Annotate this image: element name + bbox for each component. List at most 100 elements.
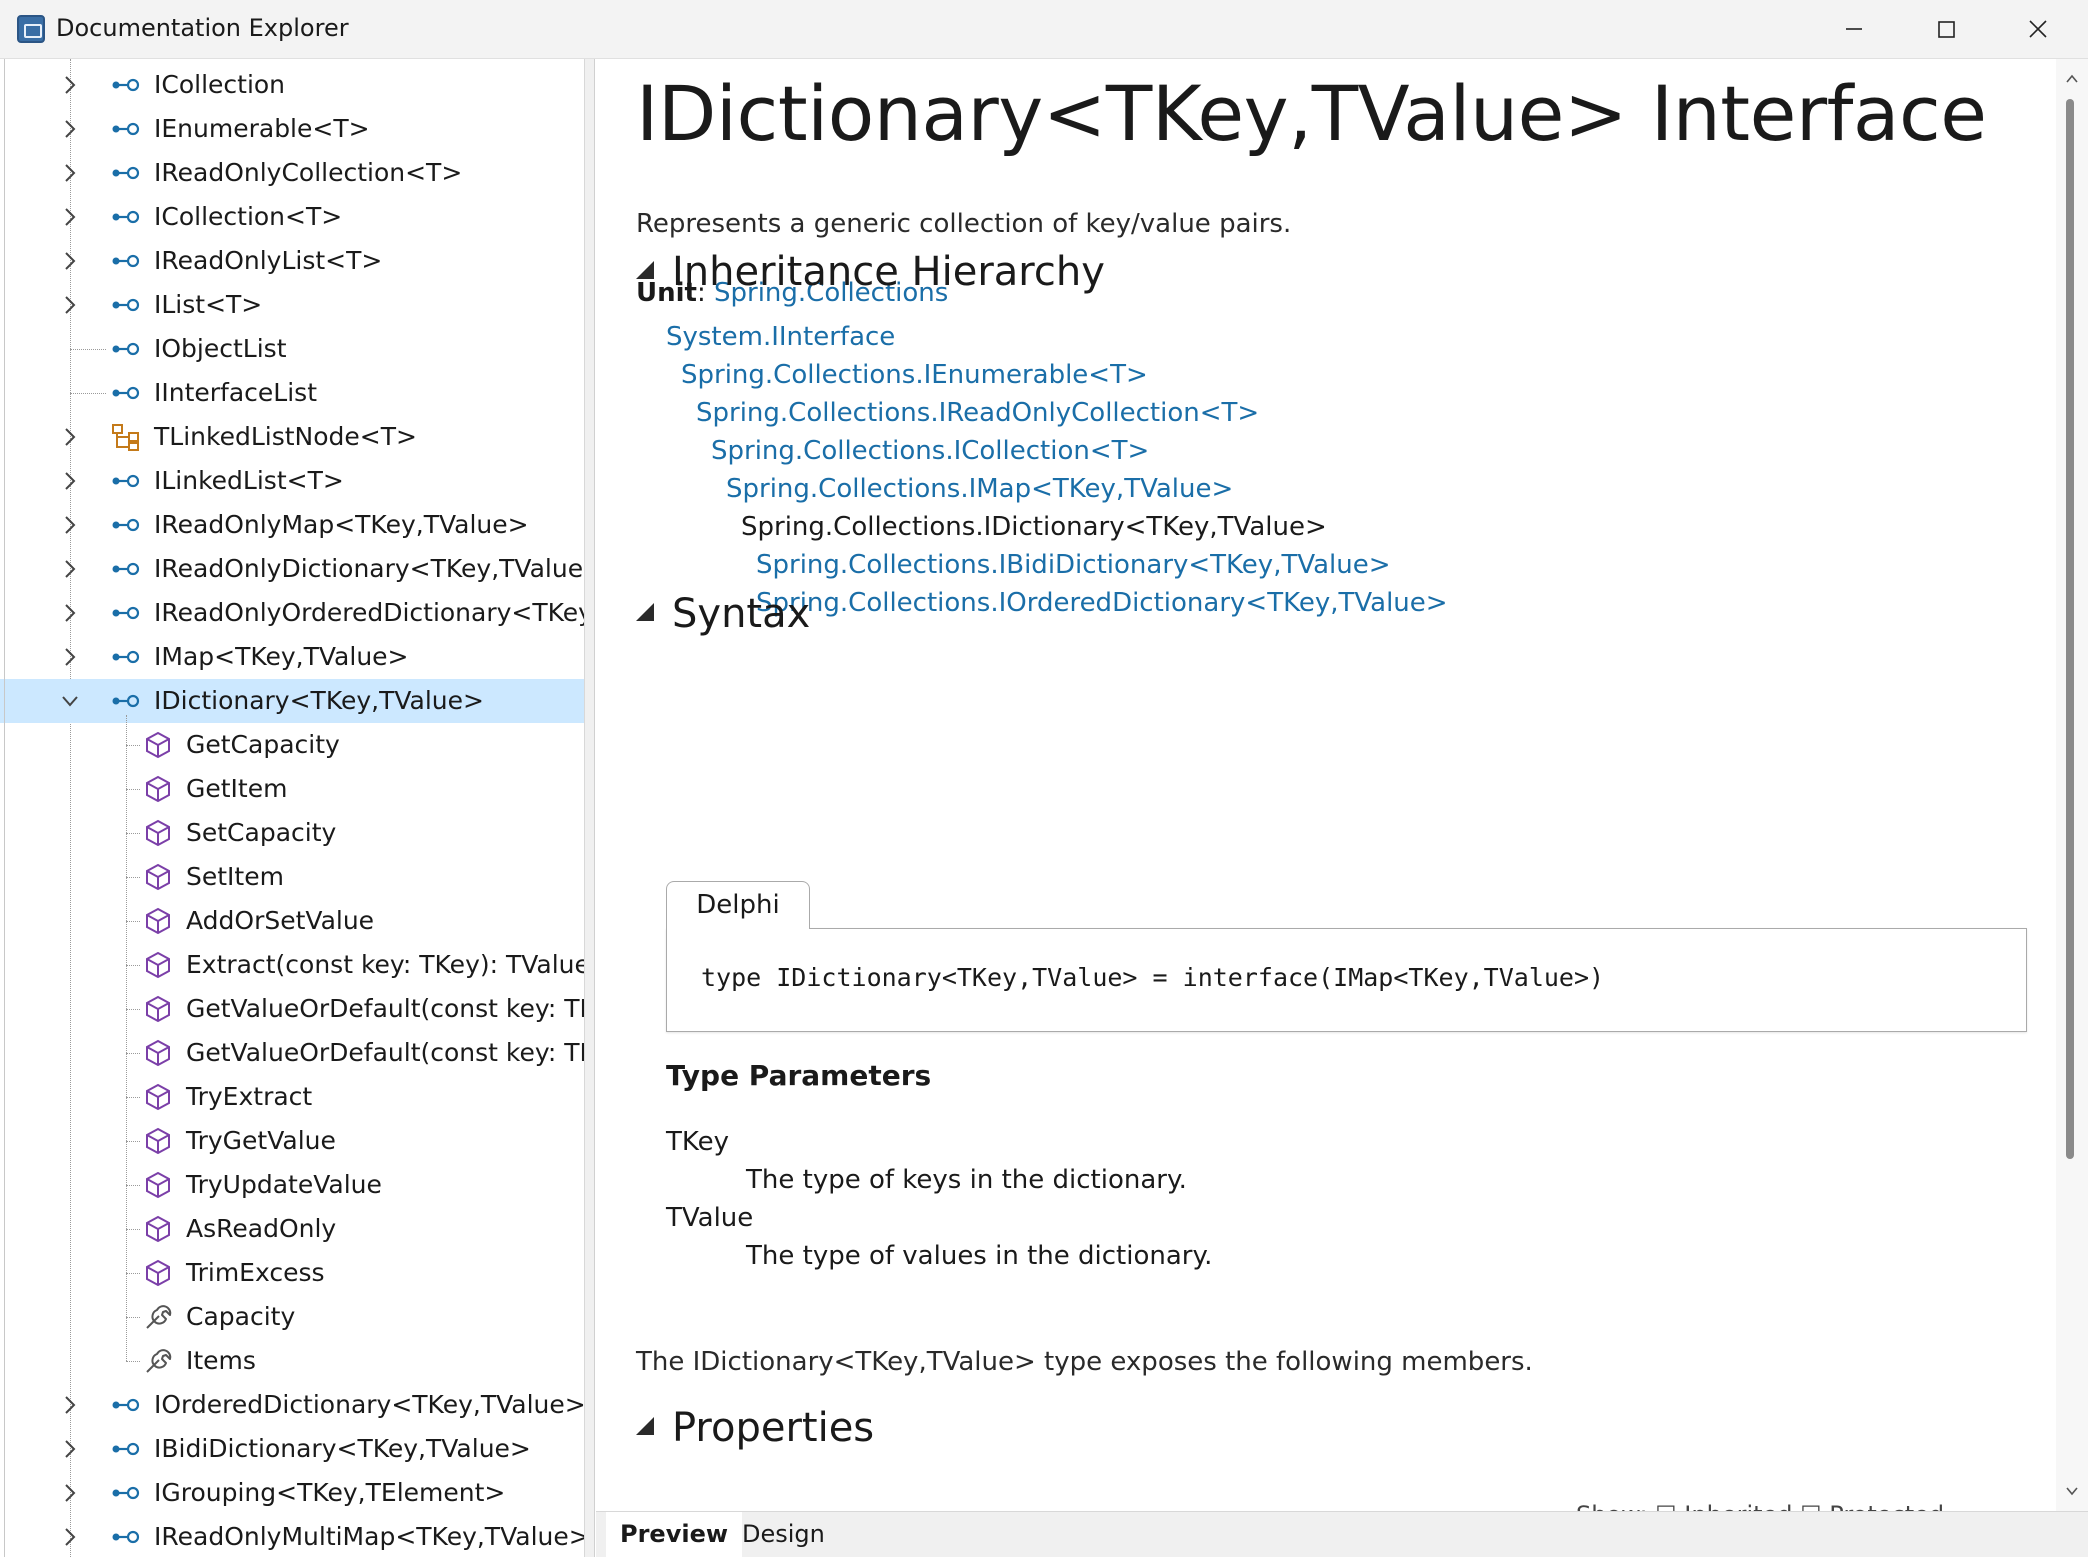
tree-member-item[interactable]: TryExtract <box>0 1075 584 1119</box>
tree-item[interactable]: IReadOnlyMultiMap<TKey,TValue> <box>0 1515 584 1557</box>
tree-member-item[interactable]: GetValueOrDefault(const key: TKey <box>0 1031 584 1075</box>
tree-view[interactable]: ICollection IEnumerable<T> IReadOnlyCollec… <box>0 59 585 1557</box>
chevron-right-icon[interactable] <box>58 1393 82 1417</box>
method-icon <box>146 1083 170 1111</box>
interface-icon <box>112 386 140 400</box>
tree-item[interactable]: IDictionary<TKey,TValue> <box>0 679 584 723</box>
section-properties-title: Properties <box>672 1405 875 1451</box>
tree-member-item[interactable]: GetItem <box>0 767 584 811</box>
hierarchy-link[interactable]: Spring.Collections.ICollection<T> <box>711 436 1149 466</box>
show-filter-strip[interactable]: Show: ☐ Inherited ☐ Protected <box>1576 1501 1944 1511</box>
scroll-up-icon[interactable] <box>2064 71 2080 87</box>
chevron-right-icon[interactable] <box>58 293 82 317</box>
tree-item[interactable]: IReadOnlyList<T> <box>0 239 584 283</box>
chevron-right-icon[interactable] <box>58 557 82 581</box>
tree-member-item[interactable]: GetCapacity <box>0 723 584 767</box>
tree-item[interactable]: IObjectList <box>0 327 584 371</box>
tree-item-label: IInterfaceList <box>154 378 318 407</box>
hierarchy-link[interactable]: Spring.Collections.IMap<TKey,TValue> <box>726 474 1233 504</box>
tree-member-item[interactable]: Capacity <box>0 1295 584 1339</box>
tree-member-item[interactable]: AddOrSetValue <box>0 899 584 943</box>
hierarchy-link[interactable]: Spring.Collections.IEnumerable<T> <box>681 360 1148 390</box>
pane-splitter[interactable] <box>585 59 595 1557</box>
vertical-scrollbar[interactable] <box>2056 59 2088 1511</box>
tree-member-item[interactable]: TryGetValue <box>0 1119 584 1163</box>
chevron-down-icon[interactable] <box>58 689 82 713</box>
method-icon <box>146 1171 170 1199</box>
tree-guide-line <box>126 1009 140 1010</box>
tree-item[interactable]: ILinkedList<T> <box>0 459 584 503</box>
tree-item[interactable]: IInterfaceList <box>0 371 584 415</box>
tree-item[interactable]: IReadOnlyMap<TKey,TValue> <box>0 503 584 547</box>
view-tabs: Preview Design <box>596 1511 2088 1557</box>
tree-item[interactable]: IBidiDictionary<TKey,TValue> <box>0 1427 584 1471</box>
chevron-right-icon[interactable] <box>58 1437 82 1461</box>
tree-item-label: IDictionary<TKey,TValue> <box>154 686 484 715</box>
tree-item[interactable]: IReadOnlyDictionary<TKey,TValue> <box>0 547 584 591</box>
tree-item[interactable]: IList<T> <box>0 283 584 327</box>
window-title: Documentation Explorer <box>56 14 349 42</box>
hierarchy-link[interactable]: Spring.Collections.IBidiDictionary<TKey,… <box>756 550 1391 580</box>
tree-item[interactable]: IGrouping<TKey,TElement> <box>0 1471 584 1515</box>
app-icon <box>17 15 45 43</box>
maximize-button[interactable] <box>1900 0 1992 58</box>
tree-item[interactable]: IReadOnlyOrderedDictionary<TKey,TValue> <box>0 591 584 635</box>
tree-item[interactable]: IReadOnlyCollection<T> <box>0 151 584 195</box>
tree-item-label: Items <box>186 1346 256 1375</box>
tree-item[interactable]: IMap<TKey,TValue> <box>0 635 584 679</box>
tree-member-item[interactable]: Extract(const key: TKey): TValue <box>0 943 584 987</box>
tree-member-item[interactable]: SetCapacity <box>0 811 584 855</box>
chevron-right-icon[interactable] <box>58 161 82 185</box>
chevron-right-icon[interactable] <box>58 73 82 97</box>
scroll-thumb[interactable] <box>2066 99 2074 1159</box>
chevron-right-icon[interactable] <box>58 1525 82 1549</box>
tab-delphi[interactable]: Delphi <box>666 881 810 929</box>
tree-member-item[interactable]: TrimExcess <box>0 1251 584 1295</box>
hierarchy-link[interactable]: System.IInterface <box>666 322 895 352</box>
tab-design[interactable]: Design <box>728 1512 839 1557</box>
tree-item[interactable]: IEnumerable<T> <box>0 107 584 151</box>
interface-icon <box>112 1442 140 1456</box>
close-button[interactable] <box>1992 0 2084 58</box>
interface-icon <box>112 342 140 356</box>
tree-item-label: IReadOnlyCollection<T> <box>154 158 463 187</box>
chevron-right-icon[interactable] <box>58 469 82 493</box>
section-inheritance-title: Inheritance Hierarchy <box>672 249 1105 295</box>
tree-member-item[interactable]: AsReadOnly <box>0 1207 584 1251</box>
collapse-triangle-icon <box>636 1417 654 1435</box>
chevron-right-icon[interactable] <box>58 249 82 273</box>
tree-item-label: IReadOnlyMap<TKey,TValue> <box>154 510 529 539</box>
tree-guide-line <box>126 833 140 834</box>
chevron-right-icon[interactable] <box>58 513 82 537</box>
chevron-right-icon[interactable] <box>58 117 82 141</box>
chevron-right-icon[interactable] <box>58 601 82 625</box>
minimize-button[interactable] <box>1808 0 1900 58</box>
tree-item-label: SetItem <box>186 862 284 891</box>
chevron-right-icon[interactable] <box>58 645 82 669</box>
method-icon <box>146 863 170 891</box>
tab-preview[interactable]: Preview <box>606 1512 743 1557</box>
summary-text: Represents a generic collection of key/v… <box>636 209 1292 239</box>
section-properties[interactable]: Properties <box>636 1405 874 1451</box>
tree-member-item[interactable]: SetItem <box>0 855 584 899</box>
chevron-right-icon[interactable] <box>58 1481 82 1505</box>
tree-item-label: AddOrSetValue <box>186 906 375 935</box>
tree-guide-line <box>126 1361 140 1362</box>
tree-member-item[interactable]: GetValueOrDefault(const key: TKey <box>0 987 584 1031</box>
tree-item-label: ICollection<T> <box>154 202 343 231</box>
tree-member-item[interactable]: TryUpdateValue <box>0 1163 584 1207</box>
section-inheritance[interactable]: Inheritance Hierarchy <box>636 249 1105 295</box>
tree-member-item[interactable]: Items <box>0 1339 584 1383</box>
hierarchy-link[interactable]: Spring.Collections.IOrderedDictionary<TK… <box>756 588 1448 618</box>
tree-item[interactable]: ICollection <box>0 63 584 107</box>
hierarchy-link[interactable]: Spring.Collections.IReadOnlyCollection<T… <box>696 398 1259 428</box>
tree-item[interactable]: IOrderedDictionary<TKey,TValue> <box>0 1383 584 1427</box>
section-syntax[interactable]: Syntax <box>636 591 810 637</box>
chevron-right-icon[interactable] <box>58 205 82 229</box>
tree-item[interactable]: ICollection<T> <box>0 195 584 239</box>
tree-item-label: SetCapacity <box>186 818 337 847</box>
chevron-right-icon[interactable] <box>58 425 82 449</box>
tree-item[interactable]: TLinkedListNode<T> <box>0 415 584 459</box>
scroll-down-icon[interactable] <box>2064 1483 2080 1499</box>
tree-guide-line <box>126 1141 140 1142</box>
